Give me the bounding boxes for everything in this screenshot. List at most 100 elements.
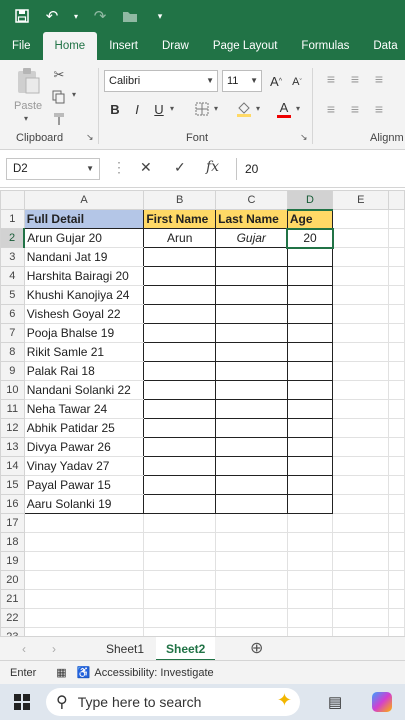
column-header-e[interactable]: E <box>332 190 390 210</box>
cell[interactable] <box>215 589 288 609</box>
cell[interactable] <box>388 266 405 286</box>
cell[interactable] <box>388 247 405 267</box>
cell[interactable] <box>388 437 405 457</box>
cell-first-name[interactable] <box>143 437 217 457</box>
cell-age[interactable] <box>286 399 334 419</box>
cell[interactable] <box>388 627 405 636</box>
macro-record-icon[interactable]: ▦ <box>56 666 66 679</box>
row-header[interactable]: 9 <box>0 361 25 381</box>
row-header[interactable]: 3 <box>0 247 25 267</box>
cell[interactable] <box>23 513 145 533</box>
cell[interactable] <box>332 209 390 229</box>
cell-age[interactable] <box>286 437 334 457</box>
copy-dropdown-icon[interactable]: ▾ <box>72 90 76 99</box>
italic-button[interactable]: I <box>128 100 146 118</box>
cell-full-detail[interactable]: Vinay Yadav 27 <box>23 456 145 476</box>
cell[interactable] <box>388 418 405 438</box>
row-header[interactable]: 10 <box>0 380 25 400</box>
align-left-icon[interactable]: ≡ <box>322 100 340 118</box>
align-center-icon[interactable]: ≡ <box>346 100 364 118</box>
cell-last-name[interactable] <box>215 361 288 381</box>
cell-first-name[interactable] <box>143 266 217 286</box>
decrease-font-size-button[interactable]: Aˇ <box>290 73 304 91</box>
cell-first-name[interactable] <box>143 342 217 362</box>
cell-last-name[interactable] <box>215 475 288 495</box>
cell[interactable] <box>143 589 217 609</box>
cell-last-name[interactable] <box>215 437 288 457</box>
row-header[interactable]: 5 <box>0 285 25 305</box>
cell[interactable] <box>332 342 390 362</box>
cell-full-detail[interactable]: Divya Pawar 26 <box>23 437 145 457</box>
cell[interactable] <box>388 532 405 552</box>
align-middle-icon[interactable]: ≡ <box>346 70 364 88</box>
column-header-b[interactable]: B <box>143 190 217 210</box>
font-launcher-icon[interactable]: ↘ <box>300 132 308 143</box>
cell[interactable] <box>143 608 217 628</box>
row-header[interactable]: 15 <box>0 475 25 495</box>
cell[interactable] <box>332 418 390 438</box>
tab-insert[interactable]: Insert <box>97 32 150 60</box>
row-header[interactable]: 1 <box>0 209 25 229</box>
cell[interactable] <box>23 608 145 628</box>
tab-home[interactable]: Home <box>42 32 98 60</box>
cell-first-name[interactable] <box>143 304 217 324</box>
cell-last-name[interactable] <box>215 494 288 514</box>
cell[interactable] <box>332 532 390 552</box>
underline-button[interactable]: U <box>150 100 168 118</box>
cell[interactable] <box>23 570 145 590</box>
cell-age[interactable] <box>286 475 334 495</box>
cell[interactable] <box>388 551 405 571</box>
taskbar-search-box[interactable]: ⚲ Type here to search ✦ <box>46 688 300 716</box>
row-header[interactable]: 21 <box>0 589 25 609</box>
cell[interactable] <box>215 608 288 628</box>
cell[interactable] <box>388 228 405 248</box>
cell[interactable] <box>23 551 145 571</box>
row-header[interactable]: 18 <box>0 532 25 552</box>
fill-color-icon[interactable] <box>234 98 254 120</box>
column-header-f[interactable] <box>388 190 405 210</box>
cell-first-name[interactable] <box>143 475 217 495</box>
cell[interactable] <box>332 608 390 628</box>
cell-age[interactable] <box>286 342 334 362</box>
cell[interactable] <box>286 627 334 636</box>
cell[interactable] <box>143 551 217 571</box>
sheet-tab-sheet2[interactable]: Sheet2 <box>156 637 216 661</box>
format-painter-icon[interactable] <box>50 110 68 128</box>
align-top-icon[interactable]: ≡ <box>322 70 340 88</box>
tab-draw[interactable]: Draw <box>150 32 201 60</box>
cell[interactable] <box>332 304 390 324</box>
cell-last-name[interactable] <box>215 285 288 305</box>
align-bottom-icon[interactable]: ≡ <box>370 70 388 88</box>
cell-full-detail[interactable]: Khushi Kanojiya 24 <box>23 285 145 305</box>
cell[interactable] <box>332 285 390 305</box>
cell-age[interactable] <box>286 323 334 343</box>
name-box[interactable]: D2 ▼ <box>6 158 100 180</box>
cell-first-name[interactable]: Arun <box>143 228 217 248</box>
accessibility-status[interactable]: Accessibility: Investigate <box>94 667 213 679</box>
cancel-entry-button[interactable]: ✕ <box>140 159 152 176</box>
cell-age[interactable]: 20 <box>286 227 334 249</box>
bold-button[interactable]: B <box>106 100 124 118</box>
cell[interactable] <box>388 570 405 590</box>
cell[interactable] <box>286 532 334 552</box>
copilot-icon[interactable] <box>372 692 392 712</box>
cell[interactable] <box>332 456 390 476</box>
cell-last-name[interactable] <box>215 266 288 286</box>
cell[interactable] <box>388 209 405 229</box>
cell[interactable] <box>215 513 288 533</box>
cell-full-detail[interactable]: Neha Tawar 24 <box>23 399 145 419</box>
redo-icon[interactable]: ↷ <box>90 6 110 26</box>
sheet-scroll-left-icon[interactable]: ‹ <box>12 637 36 661</box>
copy-icon[interactable] <box>50 88 68 106</box>
align-right-icon[interactable]: ≡ <box>370 100 388 118</box>
row-header[interactable]: 4 <box>0 266 25 286</box>
cell[interactable] <box>388 361 405 381</box>
font-color-icon[interactable]: A <box>276 98 292 120</box>
cell-age[interactable] <box>286 285 334 305</box>
sheet-tab-sheet1[interactable]: Sheet1 <box>96 637 154 661</box>
cell-full-detail[interactable]: Payal Pawar 15 <box>23 475 145 495</box>
cell[interactable] <box>388 513 405 533</box>
cell-last-name[interactable] <box>215 323 288 343</box>
tab-data[interactable]: Data <box>361 32 405 60</box>
column-header-a[interactable]: A <box>23 190 145 210</box>
